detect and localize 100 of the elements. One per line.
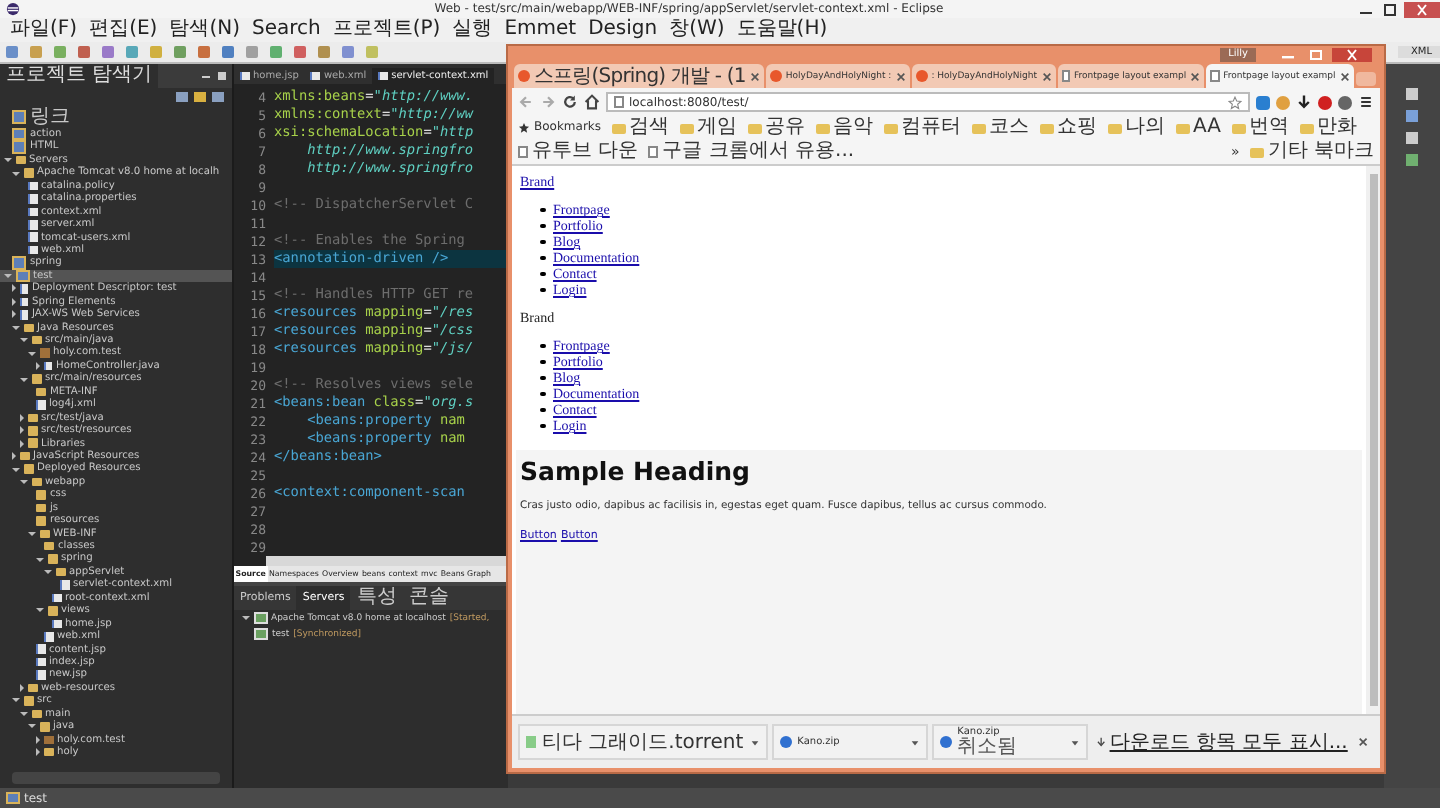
collapse-arrow-icon[interactable] bbox=[4, 158, 12, 163]
package-icon bbox=[43, 735, 53, 745]
menu-item[interactable]: Emmet bbox=[498, 18, 583, 42]
expand-arrow-icon[interactable] bbox=[36, 735, 40, 744]
bookmark-item[interactable]: 쇼핑 bbox=[1039, 116, 1098, 140]
expand-arrow-icon[interactable] bbox=[12, 284, 16, 293]
gear-icon[interactable] bbox=[1338, 95, 1352, 109]
bookmark-item[interactable]: 구글 크롬에서 유용... bbox=[648, 140, 855, 164]
view-tab[interactable]: 특성 bbox=[350, 586, 403, 610]
site-icon bbox=[915, 70, 928, 82]
list-bullet bbox=[540, 271, 545, 277]
bookmark-item[interactable]: 컴퓨터 bbox=[883, 116, 962, 140]
bookmark-item[interactable]: 게임 bbox=[679, 116, 738, 140]
collapse-all-icon[interactable] bbox=[176, 91, 188, 101]
view-tab[interactable]: 콘솔 bbox=[402, 586, 455, 610]
collapse-arrow-icon[interactable] bbox=[28, 351, 36, 356]
page-icon bbox=[614, 96, 623, 108]
folder-icon bbox=[883, 123, 898, 133]
menu-item[interactable]: 도움말(H) bbox=[730, 18, 834, 42]
collapse-arrow-icon[interactable] bbox=[12, 325, 20, 330]
show-all-downloads-link[interactable]: 다운로드 항목 모두 표시... bbox=[1109, 728, 1348, 756]
tree-item[interactable]: 링크 bbox=[0, 106, 232, 128]
download-name: 티다 그래이드.torrent bbox=[542, 730, 744, 756]
menu-item[interactable]: Design bbox=[582, 18, 664, 42]
collapse-arrow-icon[interactable] bbox=[36, 557, 44, 562]
menu-item[interactable]: 편집(E) bbox=[83, 18, 164, 42]
close-icon[interactable] bbox=[1190, 71, 1201, 81]
collapse-arrow-icon[interactable] bbox=[242, 616, 250, 620]
home-icon[interactable] bbox=[584, 94, 600, 110]
menu-item[interactable]: 파일(F) bbox=[4, 18, 84, 42]
caret-icon[interactable] bbox=[749, 737, 760, 747]
close-icon[interactable] bbox=[1357, 736, 1368, 748]
menu-item[interactable]: 창(W) bbox=[663, 18, 731, 42]
collapse-arrow-icon[interactable] bbox=[20, 480, 28, 485]
caret-icon[interactable] bbox=[909, 737, 920, 747]
close-icon[interactable] bbox=[1404, 1, 1440, 17]
maximize-icon[interactable] bbox=[1380, 1, 1400, 17]
package-icon bbox=[39, 348, 49, 358]
other-bookmarks-button[interactable]: 기타 북마크 bbox=[1249, 140, 1374, 164]
caret-icon[interactable] bbox=[1069, 737, 1080, 747]
block-icon[interactable] bbox=[1318, 95, 1332, 109]
bookmark-item[interactable]: 나의 bbox=[1107, 116, 1166, 140]
expand-arrow-icon[interactable] bbox=[20, 413, 24, 422]
expand-arrow-icon[interactable] bbox=[20, 439, 24, 448]
expand-arrow-icon[interactable] bbox=[12, 310, 16, 319]
collapse-arrow-icon[interactable] bbox=[20, 377, 28, 382]
bookmark-item[interactable]: 유투브 다운 bbox=[518, 140, 639, 164]
reload-icon[interactable] bbox=[562, 94, 578, 110]
bookmark-item[interactable]: 검색 bbox=[611, 116, 670, 140]
collapse-arrow-icon[interactable] bbox=[36, 608, 44, 613]
collapse-arrow-icon[interactable] bbox=[12, 467, 20, 472]
expand-arrow-icon[interactable] bbox=[36, 362, 40, 371]
close-icon[interactable] bbox=[1332, 47, 1372, 61]
expand-arrow-icon[interactable] bbox=[12, 297, 16, 306]
site-icon bbox=[518, 70, 530, 82]
bookmark-item[interactable]: 코스 bbox=[971, 116, 1030, 140]
globe-icon bbox=[779, 736, 792, 748]
expand-arrow-icon[interactable] bbox=[36, 748, 40, 757]
collapse-arrow-icon[interactable] bbox=[44, 570, 52, 575]
collapse-arrow-icon[interactable] bbox=[12, 171, 20, 176]
menu-item[interactable]: 프로젝트(P) bbox=[326, 18, 447, 42]
vertical-scrollbar[interactable] bbox=[1366, 166, 1380, 714]
star-icon[interactable] bbox=[1228, 95, 1242, 109]
collapse-arrow-icon[interactable] bbox=[20, 711, 28, 716]
close-icon[interactable] bbox=[1339, 71, 1350, 81]
folder-icon bbox=[47, 606, 57, 616]
view-menu-icon[interactable] bbox=[212, 91, 224, 101]
browser-tab[interactable]: 스프링(Spring) 개발 - (1 bbox=[514, 64, 764, 88]
bookmark-item[interactable]: 음악 bbox=[815, 116, 874, 140]
bookmark-item[interactable]: 번역 bbox=[1231, 116, 1289, 140]
download-item[interactable]: 티다 그래이드.torrent bbox=[518, 724, 768, 760]
download-icon[interactable] bbox=[1256, 95, 1270, 109]
menu-icon[interactable] bbox=[1358, 94, 1374, 110]
document-icon bbox=[43, 361, 52, 371]
document-icon bbox=[378, 71, 388, 81]
panel-tab[interactable]: 프로젝트 탐색기 bbox=[0, 64, 159, 88]
horizontal-scrollbar[interactable] bbox=[266, 556, 508, 566]
expand-arrow-icon[interactable] bbox=[20, 426, 24, 435]
arrow-down-icon[interactable] bbox=[1296, 94, 1312, 110]
collapse-arrow-icon[interactable] bbox=[28, 531, 36, 536]
close-icon[interactable] bbox=[749, 71, 760, 81]
maximize-icon[interactable] bbox=[216, 70, 228, 82]
link-icon[interactable] bbox=[194, 91, 206, 101]
menu-item[interactable]: Search bbox=[245, 18, 327, 42]
bookmark-item[interactable]: 공유 bbox=[747, 116, 806, 140]
collapse-arrow-icon[interactable] bbox=[4, 274, 12, 279]
minimize-icon[interactable] bbox=[200, 70, 212, 82]
expand-arrow-icon[interactable] bbox=[12, 452, 16, 461]
close-icon[interactable] bbox=[895, 71, 906, 81]
bookmark-item[interactable]: AA bbox=[1175, 116, 1221, 140]
bookmark-item[interactable]: 만화 bbox=[1299, 116, 1357, 140]
menu-item[interactable]: 탐색(N) bbox=[163, 18, 246, 42]
collapse-arrow-icon[interactable] bbox=[12, 698, 20, 703]
collapse-arrow-icon[interactable] bbox=[28, 724, 36, 729]
list-bullet bbox=[540, 239, 545, 245]
close-icon[interactable] bbox=[1041, 71, 1052, 81]
collapse-arrow-icon[interactable] bbox=[20, 338, 28, 343]
expand-arrow-icon[interactable] bbox=[20, 684, 24, 693]
folder-icon bbox=[679, 123, 694, 133]
menu-item[interactable]: 실행 bbox=[446, 18, 499, 42]
